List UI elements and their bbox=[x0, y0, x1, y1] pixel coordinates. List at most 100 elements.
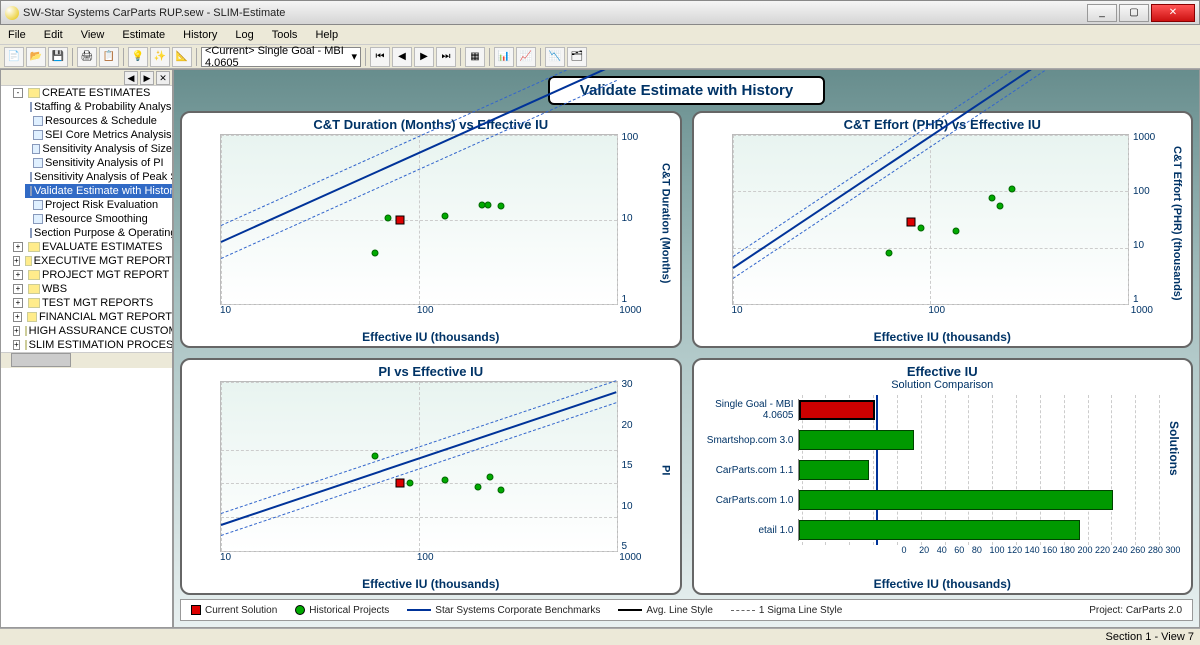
chart-title: PI vs Effective IU bbox=[190, 364, 672, 379]
data-point bbox=[371, 453, 378, 460]
print-icon[interactable]: 🖨 bbox=[77, 47, 97, 67]
data-point bbox=[886, 250, 893, 257]
data-point bbox=[918, 225, 925, 232]
window-title: SW-Star Systems CarParts RUP.sew - SLIM-… bbox=[23, 7, 1087, 19]
chart-plot[interactable] bbox=[220, 381, 618, 552]
tree-folder[interactable]: WBS bbox=[13, 282, 172, 296]
menu-bar: File Edit View Estimate History Log Tool… bbox=[0, 25, 1200, 45]
maximize-button[interactable]: ▢ bbox=[1119, 4, 1149, 22]
navigation-tree[interactable]: ◀ ▶ ✕ CREATE ESTIMATES Staffing & Probab… bbox=[0, 69, 173, 628]
chart-plot[interactable] bbox=[732, 134, 1130, 305]
menu-edit[interactable]: Edit bbox=[40, 27, 67, 43]
data-point bbox=[385, 214, 392, 221]
solution-combo[interactable]: <Current> Single Goal - MBI 4.0605 bbox=[201, 47, 361, 67]
data-point bbox=[487, 473, 494, 480]
menu-view[interactable]: View bbox=[77, 27, 109, 43]
data-point bbox=[395, 479, 404, 488]
last-icon[interactable]: ⏭ bbox=[436, 47, 456, 67]
data-point bbox=[497, 487, 504, 494]
y-axis-label: PI bbox=[650, 379, 672, 552]
chart-plot[interactable] bbox=[220, 134, 618, 305]
legend-sigma: 1 Sigma Line Style bbox=[759, 605, 842, 616]
status-text: Section 1 - View 7 bbox=[1106, 631, 1194, 643]
menu-tools[interactable]: Tools bbox=[268, 27, 302, 43]
data-point bbox=[497, 202, 504, 209]
prev-icon[interactable]: ◀ bbox=[392, 47, 412, 67]
tree-item[interactable]: Project Risk Evaluation bbox=[25, 198, 172, 212]
bulb-icon[interactable]: 💡 bbox=[128, 47, 148, 67]
bar-label: CarParts.com 1.1 bbox=[702, 465, 798, 476]
y-axis-label: C&T Effort (PHR) (thousands) bbox=[1161, 132, 1183, 305]
legend-bar: Current Solution Historical Projects Sta… bbox=[180, 599, 1193, 621]
tree-right-icon[interactable]: ▶ bbox=[140, 71, 154, 85]
minimize-button[interactable]: _ bbox=[1087, 4, 1117, 22]
menu-help[interactable]: Help bbox=[311, 27, 342, 43]
tree-item[interactable]: SEI Core Metrics Analysis bbox=[25, 128, 172, 142]
tree-left-icon[interactable]: ◀ bbox=[124, 71, 138, 85]
menu-history[interactable]: History bbox=[179, 27, 221, 43]
chart4-icon[interactable]: 🗂 bbox=[567, 47, 587, 67]
legend-sigma-icon bbox=[731, 610, 755, 611]
tree-folder[interactable]: EVALUATE ESTIMATES bbox=[13, 240, 172, 254]
legend-hist: Historical Projects bbox=[309, 605, 389, 616]
grid-icon[interactable]: ▦ bbox=[465, 47, 485, 67]
tree-folder[interactable]: FINANCIAL MGT REPORT bbox=[13, 310, 172, 324]
bar-label: etail 1.0 bbox=[702, 525, 798, 536]
tree-root-item[interactable]: CREATE ESTIMATES bbox=[13, 86, 172, 100]
chart-panel: PI vs Effective IU302015105PI101001000Ef… bbox=[180, 358, 682, 595]
ruler-icon[interactable]: 📐 bbox=[172, 47, 192, 67]
chart-subtitle: Solution Comparison bbox=[702, 379, 1184, 391]
tree-folder[interactable]: PROJECT MGT REPORT bbox=[13, 268, 172, 282]
legend-bench: Star Systems Corporate Benchmarks bbox=[435, 605, 600, 616]
tree-item[interactable]: Resource Smoothing bbox=[25, 212, 172, 226]
chart1-icon[interactable]: 📊 bbox=[494, 47, 514, 67]
menu-file[interactable]: File bbox=[4, 27, 30, 43]
data-point bbox=[475, 483, 482, 490]
window-titlebar: SW-Star Systems CarParts RUP.sew - SLIM-… bbox=[0, 0, 1200, 25]
bar bbox=[799, 490, 1113, 510]
chart-panel: Effective IUSolution ComparisonSolutions… bbox=[692, 358, 1194, 595]
bar bbox=[799, 520, 1081, 540]
tree-item[interactable]: Validate Estimate with History bbox=[25, 184, 172, 198]
menu-log[interactable]: Log bbox=[231, 27, 257, 43]
next-icon[interactable]: ▶ bbox=[414, 47, 434, 67]
legend-avg-icon bbox=[618, 609, 642, 611]
open-icon[interactable]: 📂 bbox=[26, 47, 46, 67]
legend-cur-icon bbox=[191, 605, 201, 615]
tree-folder[interactable]: TEST MGT REPORTS bbox=[13, 296, 172, 310]
tree-item[interactable]: Staffing & Probability Analysis bbox=[25, 100, 172, 114]
tree-item[interactable]: Section Purpose & Operating Pr bbox=[25, 226, 172, 240]
page-title: Validate Estimate with History bbox=[548, 76, 825, 105]
status-bar: Section 1 - View 7 bbox=[0, 628, 1200, 645]
chart-panel: C&T Effort (PHR) vs Effective IU10001001… bbox=[692, 111, 1194, 348]
bar-label: CarParts.com 1.0 bbox=[702, 495, 798, 506]
tree-item[interactable]: Sensitivity Analysis of Size bbox=[25, 142, 172, 156]
legend-proj: Project: CarParts 2.0 bbox=[1089, 605, 1182, 616]
wand-icon[interactable]: ✨ bbox=[150, 47, 170, 67]
new-icon[interactable]: 📄 bbox=[4, 47, 24, 67]
copy-icon[interactable]: 📋 bbox=[99, 47, 119, 67]
first-icon[interactable]: ⏮ bbox=[370, 47, 390, 67]
chart3-icon[interactable]: 📉 bbox=[545, 47, 565, 67]
menu-estimate[interactable]: Estimate bbox=[118, 27, 169, 43]
tree-hscroll[interactable] bbox=[1, 352, 172, 368]
tree-item[interactable]: Sensitivity Analysis of PI bbox=[25, 156, 172, 170]
chart2-icon[interactable]: 📈 bbox=[516, 47, 536, 67]
bar-chart[interactable]: SolutionsSingle Goal - MBI 4.0605Smartsh… bbox=[702, 391, 1184, 563]
bar bbox=[799, 460, 869, 480]
close-button[interactable]: ✕ bbox=[1151, 4, 1195, 22]
tree-close-icon[interactable]: ✕ bbox=[156, 71, 170, 85]
tree-folder[interactable]: SLIM ESTIMATION PROCESS bbox=[13, 338, 172, 352]
data-point bbox=[996, 202, 1003, 209]
save-icon[interactable]: 💾 bbox=[48, 47, 68, 67]
bar-label: Single Goal - MBI 4.0605 bbox=[702, 399, 798, 421]
tree-item[interactable]: Resources & Schedule bbox=[25, 114, 172, 128]
data-point bbox=[441, 213, 448, 220]
tree-folder[interactable]: EXECUTIVE MGT REPORT bbox=[13, 254, 172, 268]
legend-hist-icon bbox=[295, 605, 305, 615]
chart-title: C&T Effort (PHR) vs Effective IU bbox=[702, 117, 1184, 132]
tree-folder[interactable]: HIGH ASSURANCE CUSTOMER P bbox=[13, 324, 172, 338]
data-point bbox=[1009, 186, 1016, 193]
data-point bbox=[441, 477, 448, 484]
tree-item[interactable]: Sensitivity Analysis of Peak Staff bbox=[25, 170, 172, 184]
